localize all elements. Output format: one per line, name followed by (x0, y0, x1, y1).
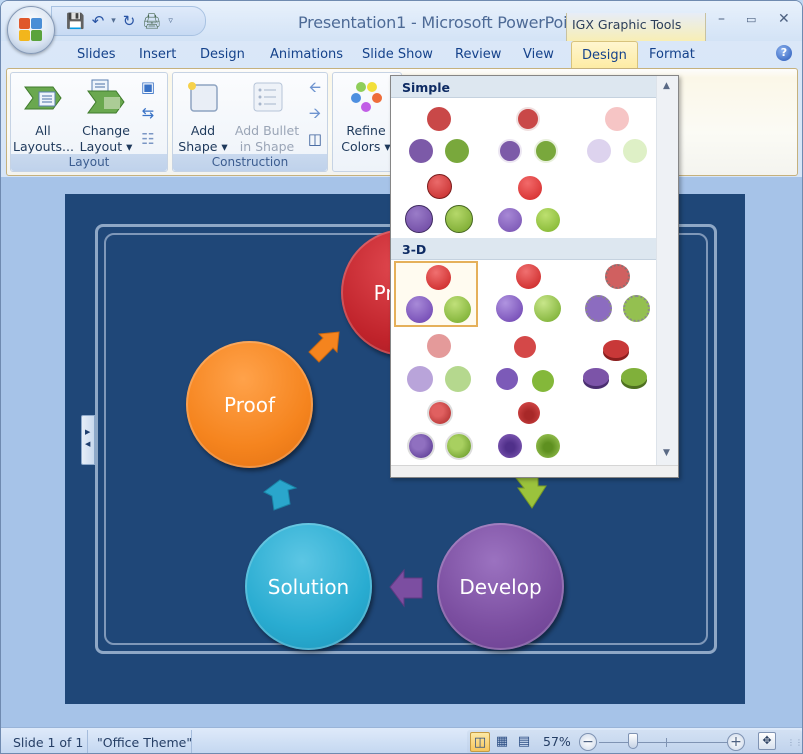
bullet-list-icon (247, 79, 287, 117)
help-icon[interactable]: ? (776, 45, 792, 61)
style-3d-6[interactable] (573, 330, 657, 396)
zoom-level[interactable]: 57% (543, 734, 571, 749)
arrow-proof-to-next (308, 331, 340, 363)
fit-to-window-button[interactable]: ✥ (758, 732, 776, 750)
style-simple-5[interactable] (484, 172, 568, 238)
ribbon-group-layout: All Layouts... Change Layout ▾ ▣ ⇆ ☷ Lay… (10, 72, 168, 172)
resize-grip-icon[interactable]: ⋮⋮ (787, 738, 802, 747)
change-layout-icon (86, 79, 126, 117)
zoom-slider-thumb[interactable] (628, 733, 638, 749)
style-3d-4[interactable] (395, 330, 479, 396)
slide-show-button[interactable]: ▤ (514, 732, 534, 752)
tab-insert[interactable]: Insert (139, 47, 176, 62)
gallery-scrollbar[interactable]: ▲ ▼ (656, 76, 678, 466)
tab-review[interactable]: Review (455, 47, 501, 62)
status-bar: Slide 1 of 1 "Office Theme" ◫ ▦ ▤ 57% − … (1, 727, 802, 753)
diagram-node-develop[interactable]: Develop (437, 523, 564, 650)
arrow-to-develop (515, 475, 547, 509)
expand-icon: ▶ (85, 428, 91, 436)
scroll-up-icon[interactable]: ▲ (663, 81, 670, 91)
normal-view-button[interactable]: ◫ (470, 732, 490, 752)
undo-icon[interactable]: ↶ (92, 12, 105, 30)
title-bar: 💾 ↶ ▾ ↻ 🖨 ▿ Presentation1 - Microsoft Po… (1, 1, 802, 41)
style-3d-2[interactable] (484, 261, 568, 327)
color-palette-icon (346, 79, 386, 117)
powerpoint-window: 💾 ↶ ▾ ↻ 🖨 ▿ Presentation1 - Microsoft Po… (0, 0, 803, 754)
contextual-tab-group: IGX Graphic Tools (566, 13, 706, 41)
arrow-solution-to-proof (263, 479, 298, 511)
zoom-slider-track[interactable] (599, 742, 729, 743)
style-simple-3[interactable] (573, 103, 657, 169)
refine-colors-button[interactable]: Refine Colors ▾ (337, 79, 395, 155)
all-layouts-icon (23, 79, 63, 117)
gallery-resize-grip[interactable] (391, 465, 678, 477)
add-shape-button[interactable]: Add Shape ▾ (177, 79, 229, 155)
office-button[interactable] (7, 6, 55, 54)
text-pane-icon[interactable]: ◫ (306, 131, 324, 147)
group-label-construction: Construction (173, 154, 327, 171)
swap-direction-icon[interactable]: ⇆ (139, 105, 157, 121)
style-3d-8[interactable] (484, 398, 568, 464)
ribbon-group-construction: Add Shape ▾ Add Bullet in Shape 🡨 🡪 ◫ Co… (172, 72, 328, 172)
style-3d-5[interactable] (484, 330, 568, 396)
scroll-down-icon[interactable]: ▼ (663, 448, 670, 458)
tab-slides[interactable]: Slides (77, 47, 116, 62)
change-layout-button[interactable]: Change Layout ▾ (75, 79, 137, 155)
view-controls: ◫ ▦ ▤ 57% − + ✥ ⋮⋮ (467, 730, 802, 753)
style-3d-1[interactable] (394, 261, 478, 327)
print-icon[interactable]: 🖨 (142, 12, 161, 30)
group-label-layout: Layout (11, 154, 167, 171)
office-logo-icon (19, 18, 43, 42)
move-down-icon[interactable]: 🡪 (306, 105, 324, 121)
gallery-heading-3d: 3-D (391, 238, 657, 260)
add-shape-icon (183, 79, 223, 117)
tab-design[interactable]: Design (200, 47, 245, 62)
slide-sorter-button[interactable]: ▦ (492, 732, 512, 752)
zoom-in-button[interactable]: + (727, 733, 745, 751)
zoom-out-button[interactable]: − (579, 733, 597, 751)
text-pane-toggle[interactable]: ▶ ◀ (81, 415, 95, 465)
slide-counter: Slide 1 of 1 (13, 735, 84, 750)
redo-icon[interactable]: ↻ (123, 12, 136, 30)
window-title: Presentation1 - Microsoft PowerPoint (298, 13, 584, 32)
minimize-button[interactable]: – (718, 11, 725, 27)
move-up-icon[interactable]: 🡨 (306, 79, 324, 95)
gallery-heading-simple: Simple (391, 76, 657, 98)
close-button[interactable]: ✕ (778, 11, 790, 27)
style-3d-3[interactable] (573, 261, 657, 327)
style-simple-1[interactable] (395, 103, 479, 169)
org-chart-icon[interactable]: ☷ (139, 131, 157, 147)
style-3d-7[interactable] (395, 398, 479, 464)
undo-dropdown-icon[interactable]: ▾ (111, 12, 116, 30)
ribbon-tabs: Slides Insert Design Animations Slide Sh… (1, 41, 802, 69)
tab-view[interactable]: View (523, 47, 554, 62)
arrow-develop-to-solution (389, 568, 423, 608)
all-layouts-button[interactable]: All Layouts... (13, 79, 74, 155)
collapse-icon: ◀ (85, 440, 91, 448)
tab-animations[interactable]: Animations (270, 47, 343, 62)
tab-format[interactable]: Format (649, 47, 695, 62)
style-simple-4[interactable] (395, 172, 479, 238)
save-icon[interactable]: 💾 (66, 12, 85, 30)
diagram-node-proof[interactable]: Proof (186, 341, 313, 468)
diagram-node-solution[interactable]: Solution (245, 523, 372, 650)
maximize-button[interactable]: ▭ (746, 13, 756, 26)
style-gallery-dropdown: Simple 3-D ▲ ▼ (390, 75, 679, 478)
tab-igx-design[interactable]: Design (571, 41, 638, 69)
customize-toolbar-icon[interactable]: ▿ (168, 12, 173, 30)
style-simple-2[interactable] (484, 103, 568, 169)
tab-slide-show[interactable]: Slide Show (362, 47, 433, 62)
theme-name[interactable]: "Office Theme" (97, 735, 192, 750)
quick-access-toolbar: 💾 ↶ ▾ ↻ 🖨 ▿ (51, 6, 206, 36)
reset-layout-icon[interactable]: ▣ (139, 79, 157, 95)
add-bullet-button[interactable]: Add Bullet in Shape (231, 79, 303, 155)
